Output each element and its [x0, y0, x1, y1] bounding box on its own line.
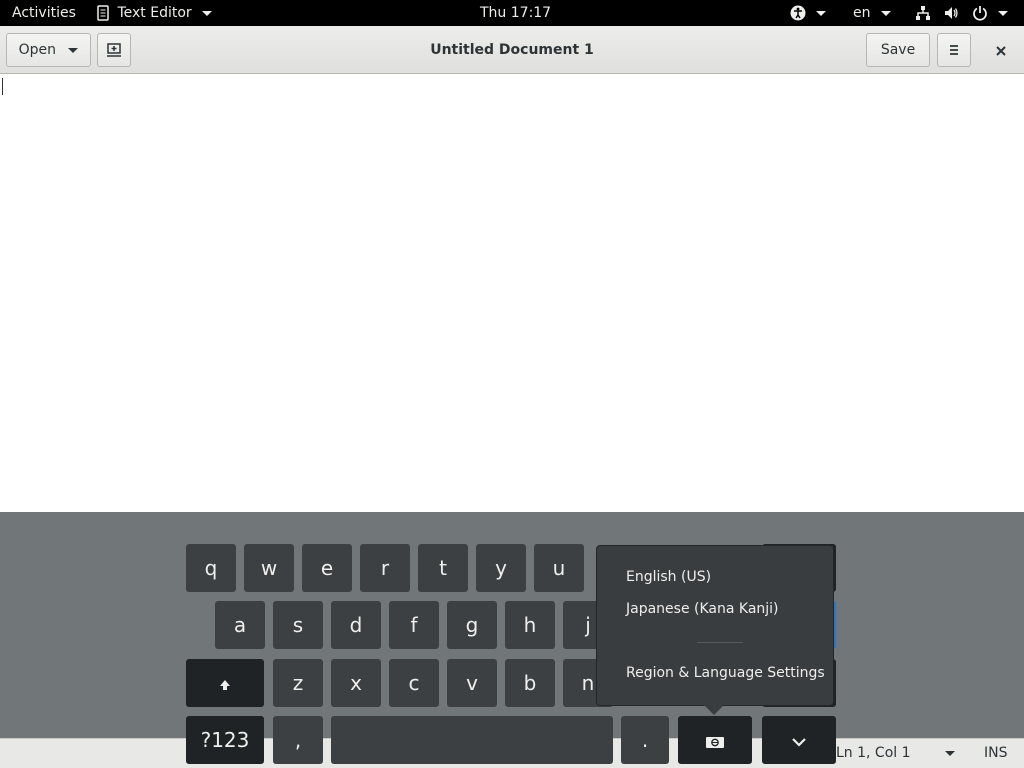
- hide-keyboard-key[interactable]: [762, 716, 836, 764]
- chevron-down-icon: [68, 47, 79, 53]
- key[interactable]: s: [273, 601, 323, 649]
- power-icon: [972, 5, 992, 21]
- language-option-japanese[interactable]: Japanese (Kana Kanji): [626, 601, 779, 617]
- chevron-down-icon[interactable]: [945, 751, 955, 756]
- keyboard-language-icon: [705, 728, 725, 752]
- key[interactable]: q: [186, 544, 236, 592]
- period-key[interactable]: .: [621, 716, 669, 764]
- activities-button[interactable]: Activities: [12, 0, 76, 26]
- key[interactable]: x: [331, 659, 381, 707]
- text-editor-area[interactable]: [0, 74, 1024, 512]
- key[interactable]: z: [273, 659, 323, 707]
- document-title: Untitled Document 1: [430, 42, 594, 58]
- shift-key[interactable]: [186, 659, 264, 707]
- new-document-button[interactable]: [97, 33, 131, 67]
- language-indicator: en: [853, 5, 871, 21]
- open-button[interactable]: Open: [6, 33, 91, 67]
- key[interactable]: d: [331, 601, 381, 649]
- comma-key[interactable]: ,: [273, 716, 323, 764]
- key[interactable]: e: [302, 544, 352, 592]
- insert-mode[interactable]: INS: [984, 745, 1008, 761]
- system-menu[interactable]: [915, 0, 1009, 26]
- language-popover: English (US) Japanese (Kana Kanji) Regio…: [596, 545, 834, 706]
- top-bar: Activities Text Editor Thu 17:17 en: [0, 0, 1024, 26]
- chevron-down-icon: [791, 728, 807, 752]
- key[interactable]: v: [447, 659, 497, 707]
- shift-arrow-icon: [218, 671, 232, 695]
- language-key[interactable]: [678, 716, 752, 764]
- app-menu[interactable]: Text Editor: [96, 0, 213, 26]
- chevron-down-icon: [880, 10, 891, 16]
- hamburger-menu-icon: [947, 42, 961, 58]
- numbers-key[interactable]: ?123: [186, 716, 264, 764]
- app-menu-label: Text Editor: [117, 5, 192, 21]
- key[interactable]: h: [505, 601, 555, 649]
- key[interactable]: w: [244, 544, 294, 592]
- menu-button[interactable]: [937, 33, 971, 67]
- key[interactable]: r: [360, 544, 410, 592]
- close-button[interactable]: [984, 33, 1018, 67]
- chevron-down-icon: [998, 10, 1009, 16]
- save-button[interactable]: Save: [866, 33, 930, 67]
- key[interactable]: c: [389, 659, 439, 707]
- open-label: Open: [18, 42, 56, 58]
- key[interactable]: y: [476, 544, 526, 592]
- new-document-icon: [106, 42, 122, 58]
- key[interactable]: b: [505, 659, 555, 707]
- popover-arrow: [704, 705, 724, 715]
- key[interactable]: a: [215, 601, 265, 649]
- language-option-english[interactable]: English (US): [626, 569, 711, 585]
- accessibility-menu[interactable]: [790, 0, 827, 26]
- text-cursor: [2, 78, 3, 95]
- key[interactable]: f: [389, 601, 439, 649]
- chevron-down-icon: [202, 10, 213, 16]
- region-language-settings[interactable]: Region & Language Settings: [626, 665, 825, 681]
- chevron-down-icon: [816, 10, 827, 16]
- popover-separator: [697, 642, 743, 643]
- network-icon: [915, 5, 935, 21]
- clock[interactable]: Thu 17:17: [480, 0, 551, 26]
- input-source-menu[interactable]: en: [853, 0, 891, 26]
- header-bar: Open Untitled Document 1 Save: [0, 26, 1024, 74]
- key[interactable]: t: [418, 544, 468, 592]
- volume-icon: [943, 5, 963, 21]
- cursor-position[interactable]: Ln 1, Col 1: [836, 745, 911, 761]
- text-editor-icon: [96, 5, 114, 21]
- key[interactable]: g: [447, 601, 497, 649]
- accessibility-icon: [790, 5, 810, 21]
- space-key[interactable]: [331, 716, 613, 764]
- close-icon: [995, 40, 1007, 59]
- key[interactable]: u: [534, 544, 584, 592]
